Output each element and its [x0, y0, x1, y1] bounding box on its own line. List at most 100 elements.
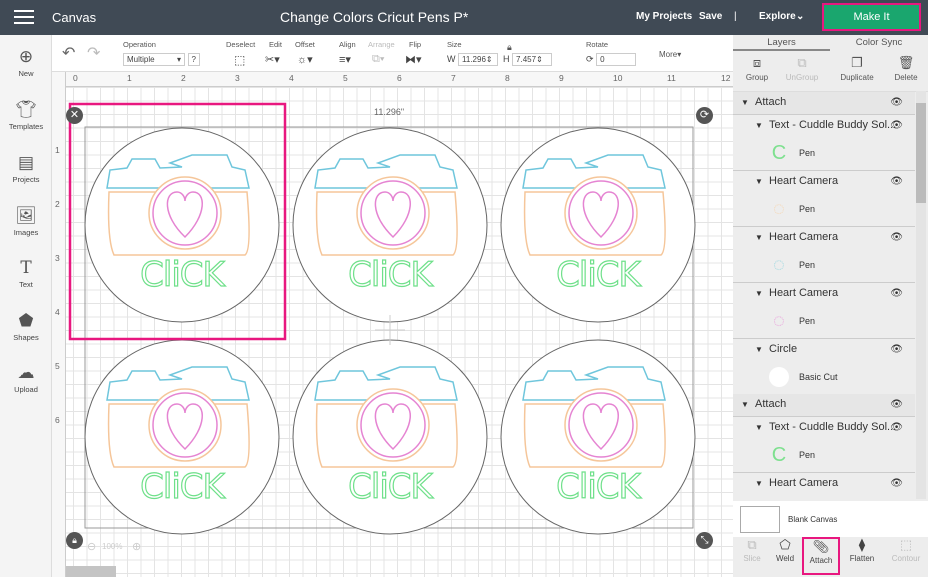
project-title: Change Colors Cricut Pens P*: [280, 9, 469, 25]
save-link[interactable]: Save: [699, 11, 722, 22]
tab-layers[interactable]: Layers: [733, 35, 830, 51]
shirt-icon: 👕︎: [15, 100, 37, 119]
sidebar-item-templates[interactable]: 👕︎ Templates: [0, 100, 52, 131]
lock-icon[interactable]: 🔒︎: [507, 42, 512, 53]
plus-circle-icon: ⊕: [18, 47, 34, 66]
arrange-label: Arrange: [368, 40, 395, 49]
eye-icon[interactable]: 👁︎: [890, 478, 903, 489]
layer-row[interactable]: ▼ Heart Camera 👁︎ ◌ Pen: [733, 170, 915, 226]
zoom-out-icon[interactable]: ⊖: [87, 540, 96, 553]
duplicate-button[interactable]: ❐ Duplicate: [833, 55, 881, 82]
hamburger-menu-icon[interactable]: [14, 10, 34, 25]
left-sidebar: ⊕ New 👕︎ Templates ▤ Projects 🖼︎ Images T Tex…: [0, 35, 52, 577]
eye-icon[interactable]: 👁︎: [890, 344, 903, 355]
ruler-tick-label: 0: [73, 73, 78, 83]
caret-down-icon[interactable]: ▼: [755, 233, 763, 242]
layer-row[interactable]: ▼ Heart Camera 👁︎: [733, 472, 915, 498]
horizontal-scrollbar[interactable]: [66, 566, 116, 577]
ungroup-button[interactable]: ⧉ UnGroup: [778, 55, 826, 82]
close-icon[interactable]: ✕: [66, 107, 83, 124]
width-input[interactable]: 11.296⇕: [458, 53, 499, 66]
tab-color-sync[interactable]: Color Sync: [830, 35, 928, 51]
design-canvas[interactable]: CliCK CliCK CliCK CliCK CliCK CliCK 11.296" ✕…: [66, 87, 733, 577]
caret-down-icon[interactable]: ▼: [755, 423, 763, 432]
sidebar-item-upload[interactable]: ☁ Upload: [0, 363, 52, 394]
flatten-label: Flatten: [849, 554, 875, 563]
ruler-tick-label: 11: [667, 73, 676, 83]
click-text: CliCK: [140, 466, 226, 507]
flip-group[interactable]: Flip ⧓▾: [405, 40, 422, 66]
eye-icon[interactable]: 👁︎: [890, 288, 903, 299]
click-text: CliCK: [348, 254, 434, 295]
layer-row[interactable]: ▼ Circle 👁︎ Basic Cut: [733, 338, 915, 394]
layer-swatch-icon: ◌: [773, 310, 785, 332]
arrange-group[interactable]: Arrange ⧉▾: [368, 40, 395, 65]
undo-icon[interactable]: ↶: [62, 43, 75, 63]
layer-row[interactable]: ▼ Heart Camera 👁︎ ◌ Pen: [733, 282, 915, 338]
flatten-button[interactable]: ⧫ Flatten: [843, 537, 881, 563]
operation-select[interactable]: Multiple ▾: [123, 53, 185, 66]
lock-handle-icon[interactable]: 🔒︎: [66, 532, 83, 549]
group-button[interactable]: ⧈ Group: [733, 55, 781, 82]
explore-menu[interactable]: Explore: [759, 11, 796, 22]
slice-label: Slice: [743, 554, 761, 563]
sidebar-item-images[interactable]: 🖼︎ Images: [0, 206, 52, 237]
eye-icon[interactable]: 👁︎: [890, 97, 903, 108]
rotate-input[interactable]: 0: [596, 53, 637, 66]
height-input[interactable]: 7.457⇕: [512, 53, 553, 66]
my-projects-link[interactable]: My Projects: [636, 11, 692, 22]
caret-down-icon[interactable]: ▼: [741, 400, 749, 409]
sidebar-item-shapes[interactable]: ⬟ Shapes: [0, 311, 52, 342]
caret-down-icon[interactable]: ▼: [755, 289, 763, 298]
ruler-left: 1 2 3 4 5 6: [52, 72, 66, 577]
width-label: W: [447, 54, 456, 64]
caret-down-icon[interactable]: ▼: [755, 121, 763, 130]
operation-group: Operation Multiple ▾ ?: [123, 40, 200, 66]
zoom-in-icon[interactable]: ⊕: [132, 540, 141, 553]
layer-row[interactable]: ▼ Attach 👁︎: [733, 394, 915, 416]
layers-list: ▼ Attach 👁︎ ▼ Text - Cuddle Buddy Sol... …: [733, 91, 928, 499]
edit-group[interactable]: Edit ✂▾: [265, 40, 282, 66]
caret-down-icon[interactable]: ▼: [741, 98, 749, 107]
flip-label: Flip: [409, 40, 422, 49]
align-group[interactable]: Align ≡▾: [339, 40, 356, 66]
eye-icon[interactable]: 👁︎: [890, 176, 903, 187]
layer-row[interactable]: ▼ Heart Camera 👁︎ ◌ Pen: [733, 226, 915, 282]
ruler-tick-label: 2: [55, 199, 60, 209]
layer-row[interactable]: ▼ Text - Cuddle Buddy Sol... 👁︎ C Pen: [733, 416, 915, 472]
click-text: CliCK: [556, 254, 642, 295]
caret-down-icon[interactable]: ▼: [755, 479, 763, 488]
eye-icon[interactable]: 👁︎: [890, 422, 903, 433]
sidebar-item-projects[interactable]: ▤ Projects: [0, 153, 52, 184]
layer-swatch-icon: ◌: [773, 254, 785, 276]
deselect-group[interactable]: Deselect ⬚: [226, 40, 255, 67]
eye-icon[interactable]: 👁︎: [890, 399, 903, 410]
redo-icon[interactable]: ↷: [87, 43, 100, 63]
ruler-tick-label: 1: [127, 73, 132, 83]
attach-button[interactable]: 📎︎ Attach: [802, 537, 840, 575]
eye-icon[interactable]: 👁︎: [890, 232, 903, 243]
ruler-tick-label: 5: [55, 361, 60, 371]
help-button[interactable]: ?: [187, 53, 200, 66]
offset-group[interactable]: Offset ☼▾: [295, 40, 315, 66]
rotate-handle-icon[interactable]: ⟳: [696, 107, 713, 124]
eye-icon[interactable]: 👁︎: [890, 120, 903, 131]
layers-scrollbar[interactable]: [916, 91, 926, 499]
sidebar-item-new[interactable]: ⊕ New: [0, 47, 52, 78]
sidebar-item-text[interactable]: T Text: [0, 258, 52, 289]
layer-row[interactable]: ▼ Text - Cuddle Buddy Sol... 👁︎ C Pen: [733, 114, 915, 170]
delete-button[interactable]: 🗑︎ Delete: [882, 55, 928, 82]
rotate-label: Rotate: [586, 40, 609, 49]
make-it-button[interactable]: Make It: [822, 3, 921, 31]
contour-button[interactable]: ⬚ Contour: [887, 537, 925, 563]
blank-canvas-row[interactable]: Blank Canvas: [733, 501, 928, 537]
caret-down-icon[interactable]: ▼: [755, 177, 763, 186]
layer-row[interactable]: ▼ Attach 👁︎: [733, 92, 915, 114]
resize-handle-icon[interactable]: ⤡: [696, 532, 713, 549]
weld-button[interactable]: ⬠ Weld: [766, 537, 804, 563]
caret-down-icon[interactable]: ▼: [755, 345, 763, 354]
layer-type: Pen: [799, 450, 816, 460]
flatten-icon: ⧫: [858, 537, 866, 552]
more-menu[interactable]: More▾: [659, 50, 681, 59]
chevron-down-icon[interactable]: ⌄: [796, 11, 804, 22]
